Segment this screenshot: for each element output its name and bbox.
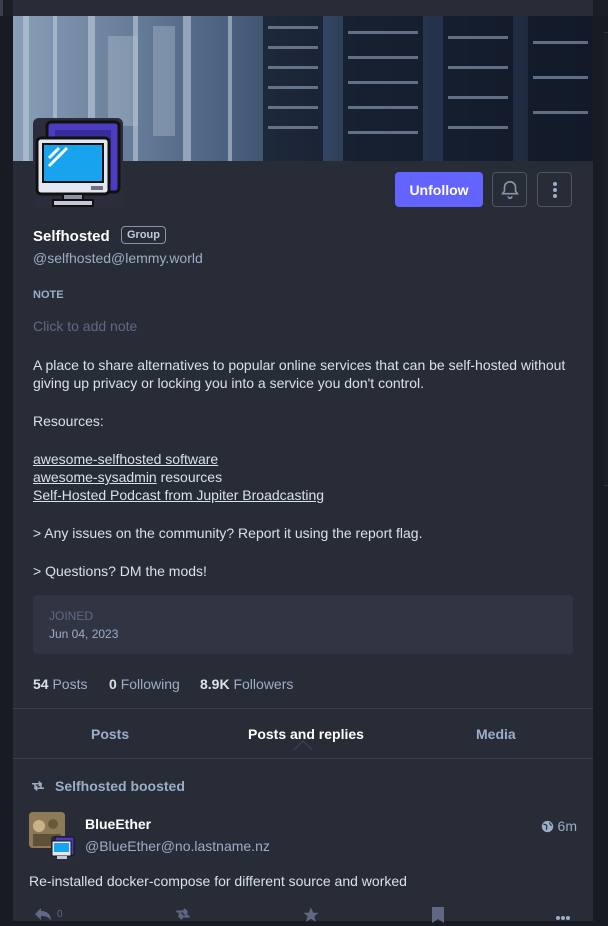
profile-handle: @selfhosted@lemmy.world [33,250,203,266]
bio-link-row-3: Self-Hosted Podcast from Jupiter Broadca… [33,486,573,504]
note-input[interactable]: Click to add note [33,318,137,334]
followers-count[interactable]: 8.9K Followers [200,676,293,692]
boost-button[interactable] [173,906,193,922]
boost-label: Selfhosted boosted [55,778,185,794]
scrollbar-mark [0,0,3,16]
joined-date: Jun 04, 2023 [49,627,119,641]
link-selfhosted-podcast[interactable]: Self-Hosted Podcast from Jupiter Broadca… [33,487,324,503]
following-count[interactable]: 0 Following [109,676,180,692]
link-awesome-selfhosted[interactable]: awesome-selfhosted software [33,451,218,467]
posts-count[interactable]: 54 Posts [33,676,87,692]
post-timestamp[interactable]: 6m [541,818,577,834]
bio-intro: A place to share alternatives to popular… [33,357,566,391]
notify-bell-button[interactable] [492,172,527,207]
bell-icon [500,180,519,199]
active-tab-indicator-inner [295,742,311,750]
reply-count: 0 [57,908,63,920]
link-awesome-sysadmin[interactable]: awesome-sysadmin [33,469,157,485]
following-count-value: 0 [109,676,117,692]
boost-prepend: Selfhosted boosted [29,778,185,794]
more-options-button[interactable] [537,172,572,207]
favourite-button[interactable] [302,906,320,924]
retweet-icon [32,780,44,792]
profile-avatar [33,118,123,208]
more-vertical-icon [552,181,557,198]
reply-button[interactable]: 0 [33,906,63,922]
author-handle[interactable]: @BlueEther@no.lastname.nz [85,838,270,854]
following-count-label: Following [120,676,180,692]
reply-icon [35,908,51,921]
bookmark-icon [432,907,444,923]
bio-link-row-1: awesome-selfhosted software [33,450,573,468]
column-topbar [13,0,593,17]
globe-icon [541,820,553,832]
tab-media[interactable]: Media [476,726,516,742]
followers-count-value: 8.9K [200,676,230,692]
post-time-text: 6m [557,818,577,834]
group-badge: Group [121,226,166,244]
right-panel-edge [604,32,608,486]
joined-label: JOINED [49,609,94,623]
ellipsis-icon [556,916,570,920]
posts-count-value: 54 [33,676,49,692]
tab-posts[interactable]: Posts [91,726,129,742]
followers-count-label: Followers [233,676,294,692]
posts-count-label: Posts [52,676,88,692]
profile-column: Unfollow Selfhosted Group @selfhosted@le… [13,0,593,923]
bio-questions-line: > Questions? DM the mods! [33,563,207,579]
unfollow-button[interactable]: Unfollow [395,172,483,207]
profile-name: Selfhosted [33,228,110,245]
computer-monitor-icon [51,836,75,860]
status-post[interactable]: Selfhosted boosted BlueEther @BlueEther@… [13,758,593,923]
link-suffix: resources [156,469,223,485]
bio-resources-label: Resources: [33,413,104,429]
boosted-by-avatar [51,836,75,860]
more-actions-button[interactable] [555,906,571,922]
note-label: NOTE [33,289,64,301]
bio-issues-line: > Any issues on the community? Report it… [33,525,423,541]
joined-box: JOINED Jun 04, 2023 [33,595,573,654]
bio-link-row-2: awesome-sysadmin resources [33,468,573,486]
profile-tabs: Posts Posts and replies Media [13,708,593,759]
retweet-icon [176,908,190,920]
post-action-bar: 0 [13,906,593,926]
post-content: Re-installed docker-compose for differen… [29,873,407,889]
computer-monitor-icon [33,118,123,208]
author-name[interactable]: BlueEther [85,816,151,832]
bookmark-button[interactable] [431,906,445,924]
star-icon [303,907,319,922]
